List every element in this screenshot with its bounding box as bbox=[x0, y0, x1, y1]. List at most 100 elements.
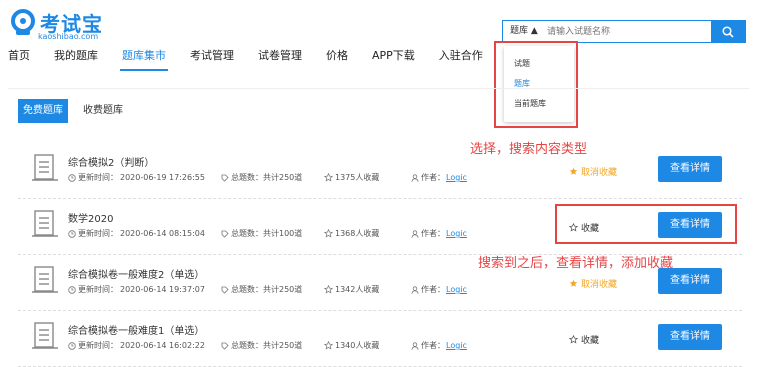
author-label: 作者： bbox=[421, 285, 445, 294]
annotation-after-search: 搜索到之后，查看详情，添加收藏 bbox=[478, 256, 674, 271]
bank-author: 作者： Logic bbox=[411, 228, 467, 239]
updated-value: 2020-06-19 17:26:55 bbox=[120, 173, 205, 182]
bank-total: 总题数： 共计250道 bbox=[221, 172, 302, 183]
nav-partnership[interactable]: 入驻合作 bbox=[431, 48, 491, 66]
user-icon bbox=[411, 341, 419, 350]
clock-icon bbox=[68, 341, 76, 350]
bank-updated: 更新时间： 2020-06-19 17:26:55 bbox=[68, 172, 205, 183]
bank-favorites: 1368 人收藏 bbox=[324, 228, 379, 239]
star-outline-icon bbox=[324, 341, 333, 350]
favorites-count: 1368 bbox=[335, 229, 356, 238]
updated-label: 更新时间： bbox=[78, 229, 118, 238]
view-details-button[interactable]: 查看详情 bbox=[658, 324, 722, 350]
clock-icon bbox=[68, 285, 76, 294]
star-outline-icon bbox=[324, 173, 333, 182]
nav-home[interactable]: 首页 bbox=[0, 48, 38, 66]
author-link[interactable]: Logic bbox=[446, 285, 467, 294]
star-filled-icon bbox=[569, 167, 578, 175]
total-value: 共计250道 bbox=[263, 341, 303, 350]
updated-value: 2020-06-14 08:15:04 bbox=[120, 229, 205, 238]
search-type-select[interactable]: 题库 ▲ bbox=[503, 21, 543, 42]
nav-pricing[interactable]: 价格 bbox=[318, 48, 356, 66]
bank-author: 作者： Logic bbox=[411, 284, 467, 295]
bank-title[interactable]: 数学2020 bbox=[68, 210, 113, 225]
nav-exam-management[interactable]: 考试管理 bbox=[182, 48, 242, 66]
updated-value: 2020-06-14 19:37:07 bbox=[120, 285, 205, 294]
clock-icon bbox=[68, 229, 76, 238]
bank-title[interactable]: 综合模拟卷一般难度1（单选） bbox=[68, 322, 204, 337]
star-outline-icon bbox=[324, 229, 333, 238]
document-icon bbox=[32, 154, 58, 181]
logo-subtitle: kaoshibao.com bbox=[38, 32, 99, 41]
search-button[interactable] bbox=[711, 21, 745, 42]
bank-favorites: 1375 人收藏 bbox=[324, 172, 379, 183]
view-details-button[interactable]: 查看详情 bbox=[658, 268, 722, 294]
bank-tabs: 免费题库 收费题库 bbox=[8, 88, 749, 136]
favorites-count: 1375 bbox=[335, 173, 356, 182]
favorites-count: 1342 bbox=[335, 285, 356, 294]
nav-bank-market[interactable]: 题库集市 bbox=[114, 48, 174, 71]
document-icon bbox=[32, 210, 58, 237]
updated-value: 2020-06-14 16:02:22 bbox=[120, 341, 205, 350]
search-bar: 题库 ▲ bbox=[502, 20, 746, 43]
search-input[interactable] bbox=[543, 21, 711, 42]
favorites-suffix: 人收藏 bbox=[355, 229, 380, 238]
bank-favorites: 1340 人收藏 bbox=[324, 340, 379, 351]
star-outline-icon bbox=[569, 335, 578, 344]
total-label: 总题数： bbox=[231, 341, 263, 350]
nav-app-download[interactable]: APP下载 bbox=[364, 48, 423, 66]
total-value: 共计100道 bbox=[263, 229, 303, 238]
bank-title[interactable]: 综合模拟卷一般难度2（单选） bbox=[68, 266, 204, 281]
star-filled-icon bbox=[569, 279, 578, 287]
tab-free-banks[interactable]: 免费题库 bbox=[18, 99, 68, 123]
actions-highlight-box bbox=[555, 204, 737, 244]
favorites-suffix: 人收藏 bbox=[355, 341, 380, 350]
author-link[interactable]: Logic bbox=[446, 341, 467, 350]
star-outline-icon bbox=[324, 285, 333, 294]
search-icon bbox=[722, 25, 734, 38]
author-label: 作者： bbox=[421, 173, 445, 182]
tag-icon bbox=[221, 230, 229, 238]
favorite-toggle[interactable]: 取消收藏 bbox=[569, 277, 617, 290]
main-nav: 首页 我的题库 题库集市 考试管理 试卷管理 价格 APP下载 入驻合作 bbox=[0, 48, 491, 71]
author-label: 作者： bbox=[421, 229, 445, 238]
total-value: 共计250道 bbox=[263, 173, 303, 182]
site-logo[interactable]: 考试宝 kaoshibao.com bbox=[8, 6, 138, 42]
favorites-suffix: 人收藏 bbox=[355, 173, 380, 182]
updated-label: 更新时间： bbox=[78, 341, 118, 350]
total-label: 总题数： bbox=[231, 229, 263, 238]
bank-favorites: 1342 人收藏 bbox=[324, 284, 379, 295]
user-icon bbox=[411, 285, 419, 294]
favorite-toggle[interactable]: 收藏 bbox=[569, 333, 599, 346]
favorite-toggle[interactable]: 取消收藏 bbox=[569, 165, 617, 178]
favorites-count: 1340 bbox=[335, 341, 356, 350]
bank-total: 总题数： 共计250道 bbox=[221, 284, 302, 295]
view-details-button[interactable]: 查看详情 bbox=[658, 156, 722, 182]
updated-label: 更新时间： bbox=[78, 285, 118, 294]
favorite-label: 取消收藏 bbox=[581, 168, 618, 178]
clock-icon bbox=[68, 173, 76, 182]
bank-author: 作者： Logic bbox=[411, 172, 467, 183]
bank-updated: 更新时间： 2020-06-14 16:02:22 bbox=[68, 340, 205, 351]
bank-author: 作者： Logic bbox=[411, 340, 467, 351]
author-link[interactable]: Logic bbox=[446, 229, 467, 238]
author-link[interactable]: Logic bbox=[446, 173, 467, 182]
bank-row: 综合模拟2（判断） 更新时间： 2020-06-19 17:26:55 总题数：… bbox=[18, 143, 742, 199]
tag-icon bbox=[221, 174, 229, 182]
bank-total: 总题数： 共计100道 bbox=[221, 228, 302, 239]
total-value: 共计250道 bbox=[263, 285, 303, 294]
bank-updated: 更新时间： 2020-06-14 08:15:04 bbox=[68, 228, 205, 239]
bank-title[interactable]: 综合模拟2（判断） bbox=[68, 154, 154, 169]
bank-updated: 更新时间： 2020-06-14 19:37:07 bbox=[68, 284, 205, 295]
nav-my-banks[interactable]: 我的题库 bbox=[46, 48, 106, 66]
author-label: 作者： bbox=[421, 341, 445, 350]
total-label: 总题数： bbox=[231, 173, 263, 182]
nav-paper-management[interactable]: 试卷管理 bbox=[250, 48, 310, 66]
favorite-label: 取消收藏 bbox=[581, 280, 618, 290]
updated-label: 更新时间： bbox=[78, 173, 118, 182]
tab-paid-banks[interactable]: 收费题库 bbox=[78, 99, 128, 123]
document-icon bbox=[32, 266, 58, 293]
favorite-label: 收藏 bbox=[581, 336, 600, 346]
tag-icon bbox=[221, 342, 229, 350]
total-label: 总题数： bbox=[231, 285, 263, 294]
